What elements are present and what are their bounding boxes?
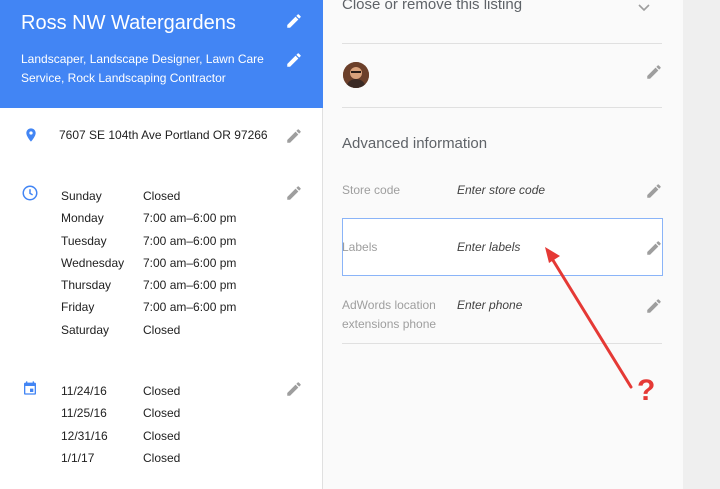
annotation-question-mark: ?	[637, 374, 656, 407]
hours-day: Monday	[61, 211, 104, 226]
special-date: 12/31/16	[61, 428, 108, 443]
edit-hours-pencil-icon[interactable]	[285, 184, 303, 202]
hours-row: Saturday Closed	[61, 319, 236, 341]
edit-categories-pencil-icon[interactable]	[285, 51, 303, 69]
edit-labels-pencil-icon[interactable]	[645, 239, 663, 257]
hours-day: Sunday	[61, 189, 102, 203]
location-pin-icon	[23, 126, 39, 144]
hours-time: 7:00 am–6:00 pm	[143, 233, 237, 248]
divider	[342, 43, 662, 44]
business-categories: Landscaper, Landscape Designer, Lawn Car…	[21, 52, 264, 85]
adwords-phone-input[interactable]: Enter phone	[457, 298, 522, 312]
special-date: 1/1/17	[61, 450, 95, 465]
business-header: Ross NW Watergardens Landscaper, Landsca…	[0, 0, 323, 108]
calendar-icon	[22, 379, 38, 397]
special-time: Closed	[143, 428, 181, 443]
hours-time: Closed	[143, 322, 181, 337]
clock-icon	[21, 184, 39, 202]
special-date: 11/25/16	[61, 406, 107, 421]
hours-time: 7:00 am–6:00 pm	[143, 278, 237, 293]
edit-store-code-pencil-icon[interactable]	[645, 182, 663, 200]
adwords-phone-label: AdWords location extensions phone	[342, 298, 437, 331]
edit-name-pencil-icon[interactable]	[285, 12, 303, 30]
edit-address-pencil-icon[interactable]	[285, 127, 303, 145]
hours-day: Tuesday	[61, 233, 107, 248]
hours-time: Closed	[143, 189, 181, 203]
special-time: Closed	[143, 450, 181, 465]
business-info-panel: Ross NW Watergardens Landscaper, Landsca…	[0, 0, 323, 489]
scroll-gutter	[683, 0, 720, 489]
close-listing-title[interactable]: Close or remove this listing	[342, 0, 522, 13]
edit-adwords-phone-pencil-icon[interactable]	[645, 297, 663, 315]
hours-time: 7:00 am–6:00 pm	[143, 300, 237, 315]
special-time: Closed	[143, 406, 181, 421]
special-hours-row: 12/31/16 Closed	[61, 425, 180, 447]
labels-input[interactable]: Enter labels	[457, 240, 520, 254]
hours-day: Saturday	[61, 322, 110, 337]
labels-label: Labels	[342, 240, 378, 254]
avatar	[343, 62, 369, 88]
divider	[342, 343, 662, 344]
chevron-down-icon[interactable]	[637, 0, 651, 12]
store-code-label: Store code	[342, 183, 401, 197]
special-hours-list: 11/24/16 Closed 11/25/16 Closed 12/31/16 Cl…	[61, 380, 180, 469]
hours-time: 7:00 am–6:00 pm	[143, 255, 237, 270]
special-hours-row: 1/1/17 Closed	[61, 447, 180, 469]
edit-special-hours-pencil-icon[interactable]	[285, 380, 303, 398]
advanced-info-title: Advanced information	[342, 135, 488, 152]
business-name: Ross NW Watergardens	[21, 12, 236, 34]
hours-row: Tuesday 7:00 am–6:00 pm	[61, 230, 236, 252]
special-hours-row: 11/24/16 Closed	[61, 380, 180, 402]
hours-row: Monday 7:00 am–6:00 pm	[61, 207, 236, 229]
listing-settings-panel: Close or remove this listing Advanced in…	[323, 0, 683, 489]
divider	[342, 107, 662, 108]
hours-day: Friday	[61, 300, 95, 315]
business-address: 7607 SE 104th Ave Portland OR 97266	[59, 128, 268, 142]
special-date: 11/24/16	[61, 384, 107, 398]
hours-list: Sunday Closed Monday 7:00 am–6:00 pm Tuesd…	[61, 185, 236, 341]
hours-day: Wednesday	[61, 255, 125, 270]
hours-row: Wednesday 7:00 am–6:00 pm	[61, 252, 236, 274]
hours-row: Sunday Closed	[61, 185, 236, 207]
edit-photo-pencil-icon[interactable]	[645, 63, 663, 81]
special-time: Closed	[143, 384, 181, 398]
hours-time: 7:00 am–6:00 pm	[143, 211, 237, 226]
store-code-input[interactable]: Enter store code	[457, 183, 545, 197]
special-hours-row: 11/25/16 Closed	[61, 402, 180, 424]
hours-row: Thursday 7:00 am–6:00 pm	[61, 274, 236, 296]
hours-row: Friday 7:00 am–6:00 pm	[61, 296, 236, 318]
hours-day: Thursday	[61, 278, 112, 293]
